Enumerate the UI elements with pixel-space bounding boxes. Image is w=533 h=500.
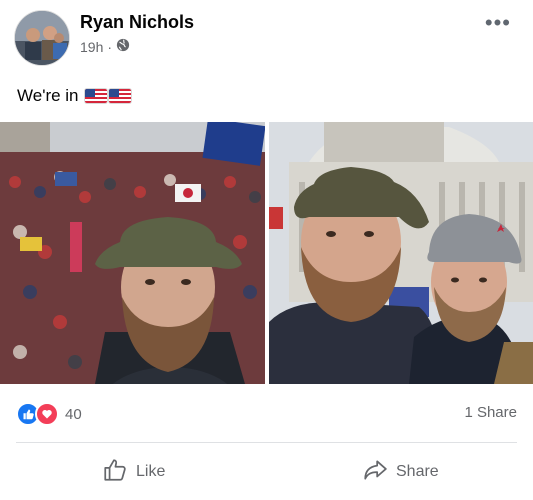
post-meta: 19h · <box>80 38 130 55</box>
like-button[interactable]: Like <box>102 456 165 488</box>
share-button[interactable]: Share <box>362 456 439 488</box>
more-options-icon[interactable]: ••• <box>485 10 511 36</box>
post-header: Ryan Nichols 19h · ••• <box>0 0 533 70</box>
flag-us-icon <box>108 89 131 103</box>
thumbs-up-icon <box>102 457 128 488</box>
globe-icon <box>116 38 130 55</box>
caption-text: We're in <box>17 86 79 105</box>
avatar[interactable] <box>14 10 70 66</box>
flag-us-icon <box>84 89 107 103</box>
share-count[interactable]: 1 Share <box>464 404 517 421</box>
post-caption: We're in <box>17 86 131 106</box>
author-name[interactable]: Ryan Nichols <box>80 12 194 33</box>
meta-separator: · <box>107 38 113 55</box>
share-arrow-icon <box>362 457 388 488</box>
post-time[interactable]: 19h <box>80 39 103 55</box>
reaction-count: 40 <box>65 405 82 423</box>
capitol-crowd-selfie[interactable] <box>0 122 265 384</box>
reaction-summary[interactable]: 40 <box>16 402 82 426</box>
like-label: Like <box>136 463 166 480</box>
divider <box>16 442 517 443</box>
capitol-building-selfie[interactable] <box>269 122 533 384</box>
share-label: Share <box>396 463 439 480</box>
love-reaction-icon <box>35 402 59 426</box>
